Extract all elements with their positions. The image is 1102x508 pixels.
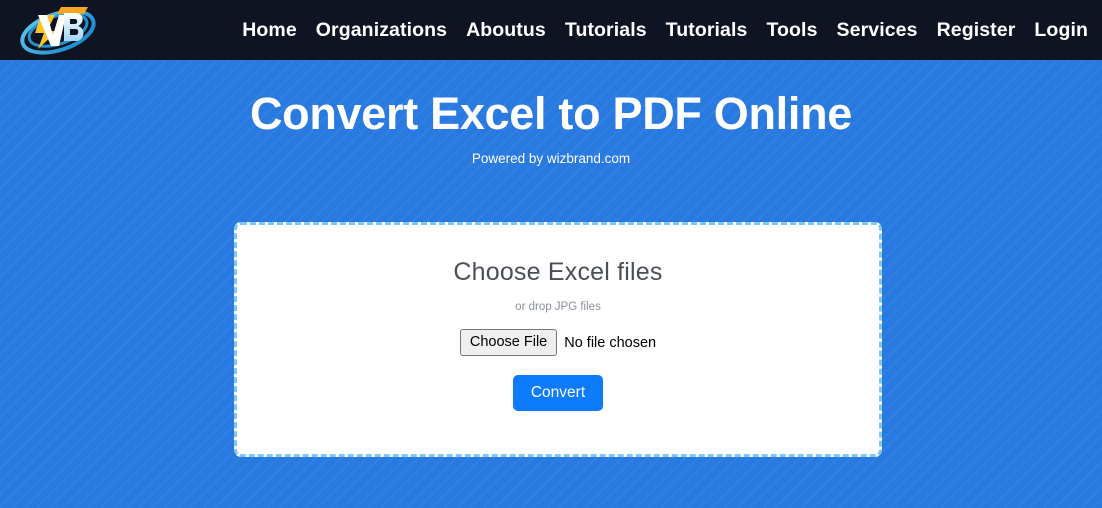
hero-section: Convert Excel to PDF Online Powered by w… bbox=[0, 60, 1102, 508]
wizbrand-logo[interactable] bbox=[14, 1, 102, 59]
nav-link-aboutus[interactable]: Aboutus bbox=[466, 0, 546, 60]
nav-links: Home Organizations Aboutus Tutorials Tut… bbox=[242, 0, 1088, 60]
convert-button[interactable]: Convert bbox=[512, 375, 604, 411]
nav-link-tutorials-2[interactable]: Tutorials bbox=[666, 0, 748, 60]
page-root: Home Organizations Aboutus Tutorials Tut… bbox=[0, 0, 1102, 508]
powered-by-text: Powered by wizbrand.com bbox=[471, 151, 631, 166]
file-chosen-status: No file chosen bbox=[564, 334, 657, 351]
top-navbar: Home Organizations Aboutus Tutorials Tut… bbox=[0, 0, 1102, 60]
page-title: Convert Excel to PDF Online bbox=[249, 88, 852, 139]
nav-link-services[interactable]: Services bbox=[837, 0, 918, 60]
drop-zone-title: Choose Excel files bbox=[453, 258, 663, 286]
nav-link-organizations[interactable]: Organizations bbox=[316, 0, 447, 60]
file-input-row: Choose File No file chosen bbox=[237, 329, 879, 356]
convert-button-row: Convert bbox=[237, 375, 879, 411]
choose-file-button[interactable]: Choose File bbox=[459, 329, 558, 356]
drop-zone-hint: or drop JPG files bbox=[515, 301, 601, 313]
nav-link-login[interactable]: Login bbox=[1034, 0, 1088, 60]
file-drop-zone[interactable]: Choose Excel files or drop JPG files Cho… bbox=[234, 222, 882, 457]
nav-link-register[interactable]: Register bbox=[937, 0, 1016, 60]
file-input[interactable]: Choose File No file chosen bbox=[459, 329, 657, 356]
nav-link-home[interactable]: Home bbox=[242, 0, 297, 60]
nav-link-tutorials-1[interactable]: Tutorials bbox=[565, 0, 647, 60]
nav-link-tools[interactable]: Tools bbox=[766, 0, 817, 60]
wizbrand-logo-icon bbox=[20, 7, 96, 55]
